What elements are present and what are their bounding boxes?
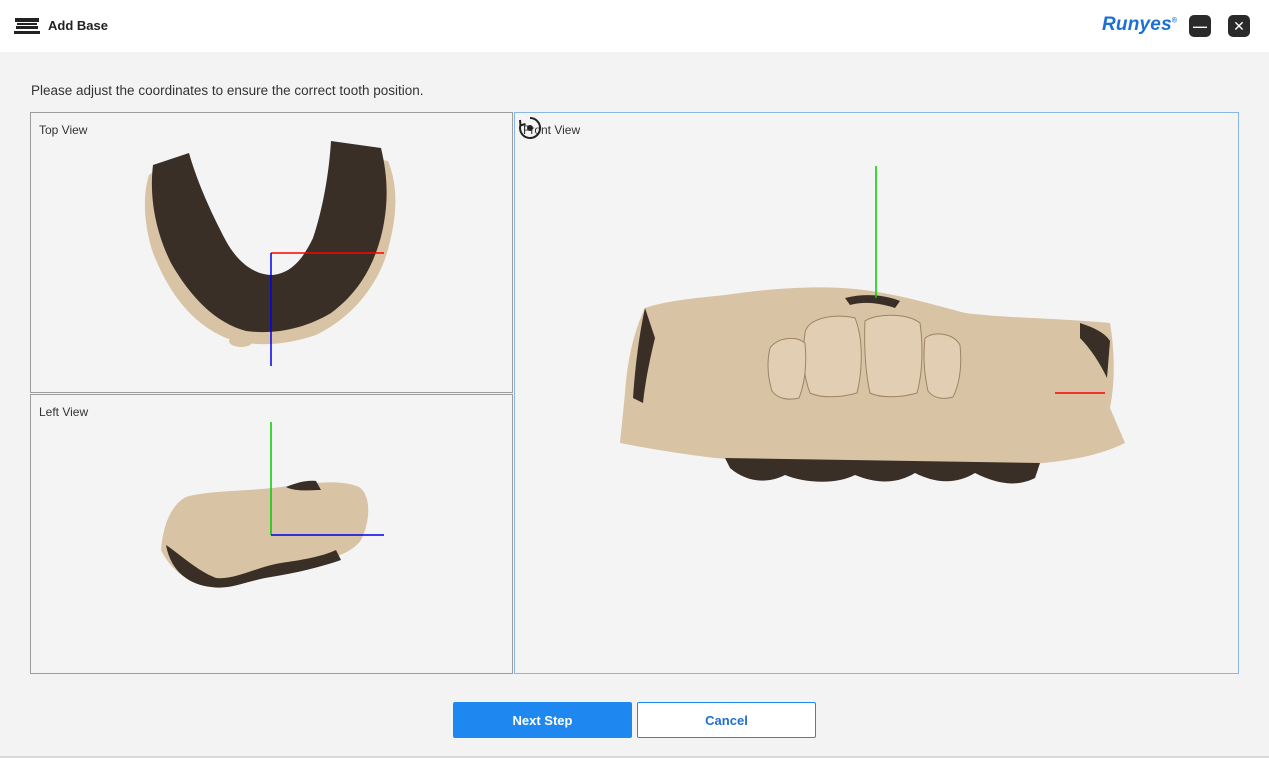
reset-view-icon[interactable] bbox=[515, 113, 545, 143]
dental-arch-side-model bbox=[161, 480, 369, 588]
brand-logo: Runyes® bbox=[1102, 14, 1178, 35]
dental-scanner-icon bbox=[14, 18, 40, 34]
dental-arch-top-model bbox=[144, 141, 396, 347]
title-bar: Add Base Runyes® — ✕ bbox=[0, 0, 1269, 52]
cancel-button[interactable]: Cancel bbox=[637, 702, 816, 738]
top-view-viewport[interactable] bbox=[31, 113, 514, 394]
dental-arch-front-model bbox=[620, 287, 1125, 484]
top-view-panel[interactable]: Top View bbox=[30, 112, 513, 393]
front-view-viewport[interactable] bbox=[515, 113, 1240, 675]
window-title: Add Base bbox=[48, 18, 108, 33]
front-view-panel[interactable]: Front View bbox=[514, 112, 1239, 674]
minimize-icon: — bbox=[1193, 18, 1207, 34]
next-step-button[interactable]: Next Step bbox=[453, 702, 632, 738]
left-view-viewport[interactable] bbox=[31, 395, 514, 675]
minimize-button[interactable]: — bbox=[1189, 15, 1211, 37]
close-icon: ✕ bbox=[1233, 18, 1245, 34]
instruction-text: Please adjust the coordinates to ensure … bbox=[31, 83, 424, 98]
left-view-panel[interactable]: Left View bbox=[30, 394, 513, 674]
close-button[interactable]: ✕ bbox=[1228, 15, 1250, 37]
